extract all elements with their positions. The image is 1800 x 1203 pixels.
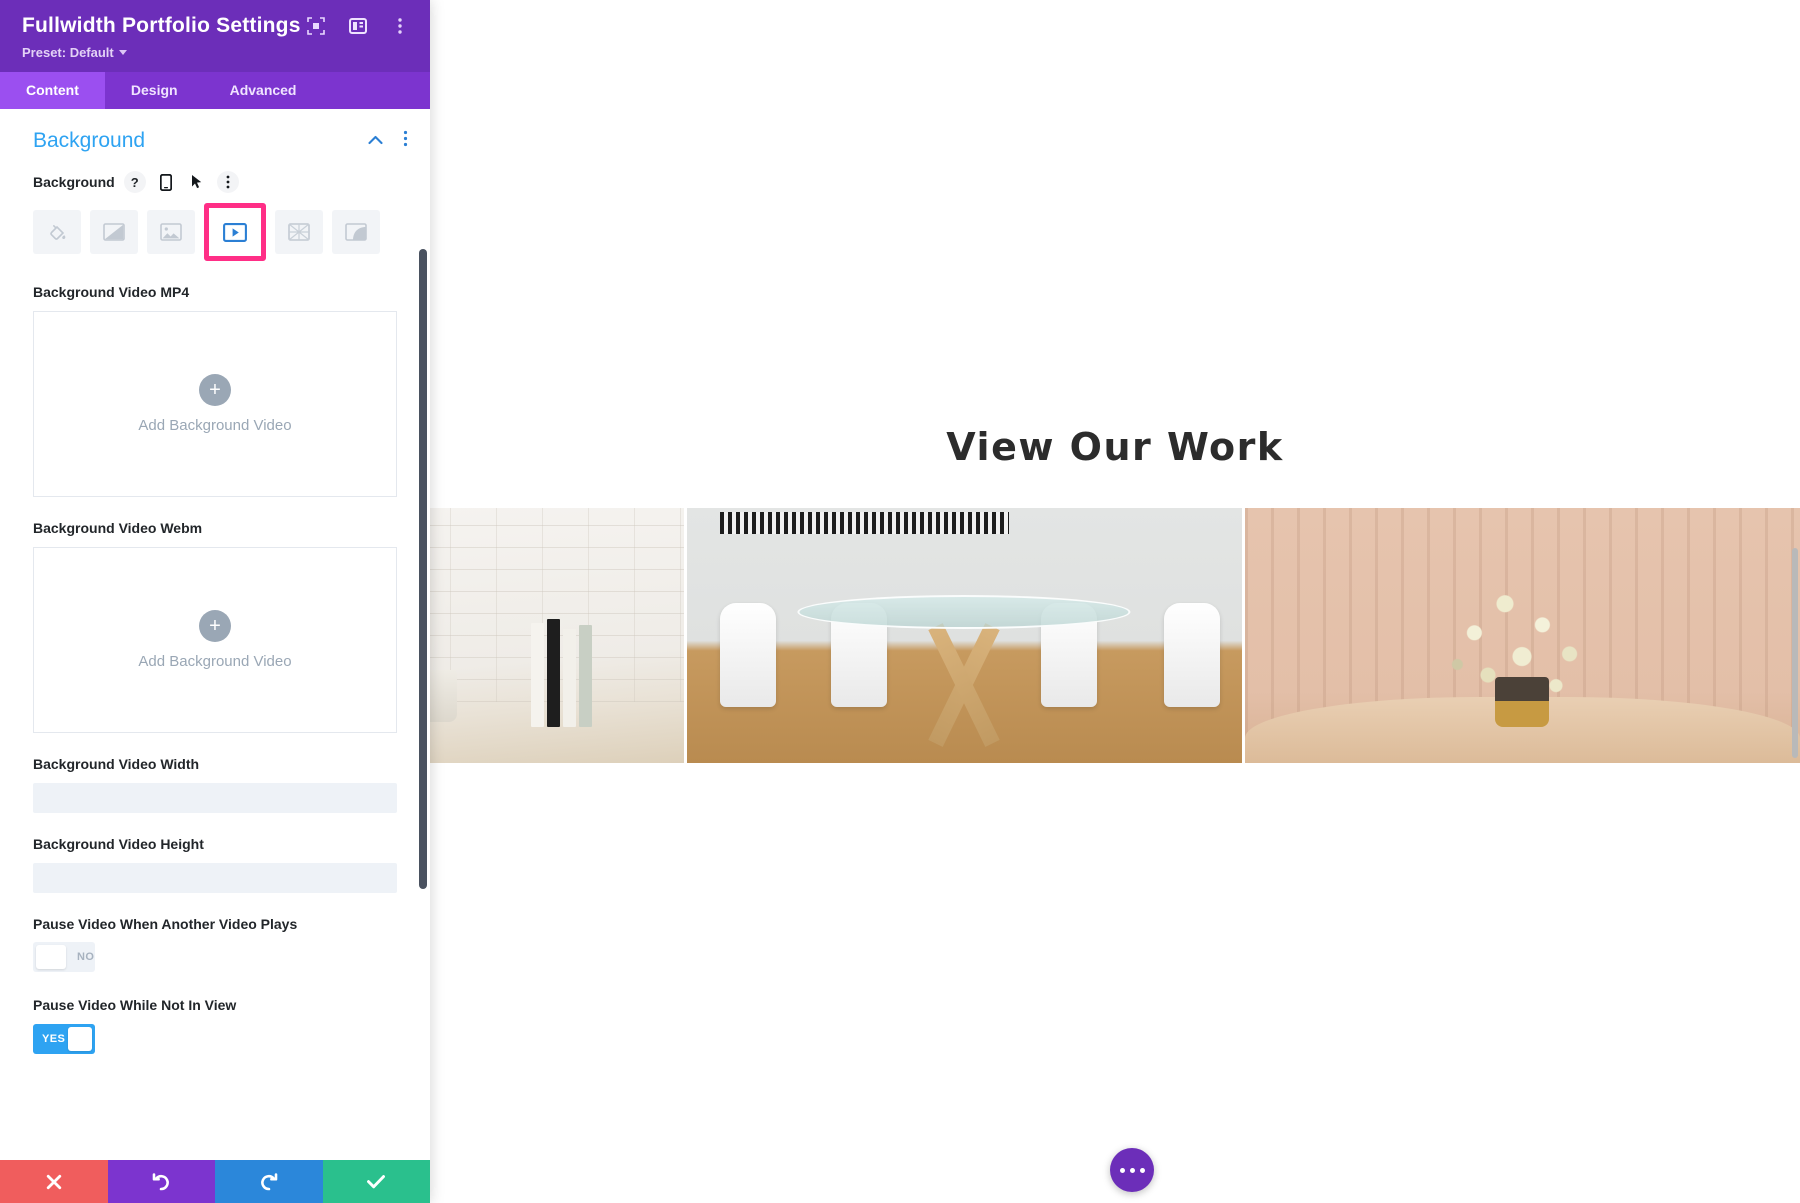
pause-notinview-toggle[interactable]: YES [33,1024,95,1055]
plus-icon: + [199,609,231,642]
focus-icon[interactable] [306,16,326,36]
chevron-down-icon[interactable] [118,50,127,56]
pause-other-video-value: NO [77,951,95,964]
pause-notinview-field: Pause Video While Not In View YES [0,974,430,1055]
background-type-tabs [33,199,397,261]
check-icon [367,1175,386,1189]
preset-row[interactable]: Preset: Default [22,44,408,62]
video-webm-field: Background Video Webm + Add Background V… [0,497,430,733]
decor-books [531,617,639,728]
more-vertical-icon[interactable] [216,171,239,193]
divi-builder-screen: View Our Work Fullwidth Portfolio Settin… [0,0,1800,1203]
help-icon[interactable]: ? [123,171,146,193]
video-mp4-field: Background Video MP4 + Add Background Vi… [0,261,430,497]
section-title: Background [33,129,146,152]
tab-design[interactable]: Design [105,72,204,109]
pause-other-video-toggle[interactable]: NO [33,942,95,973]
panel-tabs: Content Design Advanced [0,72,430,109]
cancel-button[interactable] [0,1160,108,1203]
video-mp4-label: Background Video MP4 [33,284,190,300]
video-mp4-upload-text: Add Background Video [138,416,292,434]
redo-button[interactable] [215,1160,323,1203]
toggle-knob [68,1027,92,1052]
video-mp4-upload[interactable]: + Add Background Video [33,310,397,497]
panel-footer [0,1160,430,1203]
tab-advanced[interactable]: Advanced [204,72,323,109]
background-pattern-tab[interactable] [275,210,323,254]
page-title: View Our Work [946,425,1284,469]
save-button[interactable] [322,1160,430,1203]
video-width-label: Background Video Width [33,755,200,772]
background-color-tab[interactable] [33,210,81,254]
tab-content[interactable]: Content [0,72,105,109]
video-height-field: Background Video Height [0,813,430,893]
section-actions [368,130,408,152]
portfolio-item-flowers[interactable] [1241,508,1800,763]
panel-scrollbar[interactable] [419,249,427,1020]
undo-icon [152,1172,170,1190]
more-horizontal-icon [1139,1167,1145,1173]
canvas-scrollbar[interactable] [1792,548,1798,758]
background-video-tab[interactable] [204,203,266,261]
module-settings-panel: Fullwidth Portfolio Settings Preset: Def… [0,0,430,1203]
undo-button[interactable] [107,1160,215,1203]
video-height-input[interactable] [33,862,397,893]
background-gradient-tab[interactable] [90,210,138,254]
toggle-knob [36,945,66,970]
portfolio-item-dining-table[interactable] [683,508,1242,763]
background-label: Background [33,174,115,190]
pause-notinview-label: Pause Video While Not In View [33,997,237,1014]
chevron-up-icon[interactable] [368,132,383,150]
panel-body: Background Background ? Background Video… [0,109,430,1160]
more-horizontal-icon [1129,1167,1135,1173]
background-mask-tab[interactable] [332,210,380,254]
background-image-tab[interactable] [147,210,195,254]
video-webm-upload[interactable]: + Add Background Video [33,546,397,733]
mobile-icon[interactable] [155,171,177,193]
background-field: Background ? [0,161,430,261]
preset-label[interactable]: Preset: Default [22,45,114,60]
background-section-header: Background [0,109,430,161]
panel-header: Fullwidth Portfolio Settings Preset: Def… [0,0,430,72]
builder-menu-fab[interactable] [1110,1148,1154,1192]
plus-icon: + [199,373,231,406]
panel-title: Fullwidth Portfolio Settings [22,14,301,37]
panel-header-icons [306,16,410,36]
video-webm-label: Background Video Webm [33,519,203,536]
pause-other-video-field: Pause Video When Another Video Plays NO [0,893,430,975]
more-vertical-icon[interactable] [390,16,410,36]
video-webm-upload-text: Add Background Video [138,652,292,670]
pause-notinview-value: YES [42,1033,66,1046]
cursor-icon[interactable] [186,171,208,193]
video-height-label: Background Video Height [33,835,204,852]
more-vertical-icon[interactable] [403,130,408,152]
video-width-input[interactable] [33,782,397,813]
background-field-label-row: Background ? [33,161,397,199]
pause-other-video-label: Pause Video When Another Video Plays [33,915,298,932]
panel-layout-icon[interactable] [348,16,368,36]
video-width-field: Background Video Width [0,733,430,813]
close-icon [46,1174,61,1189]
redo-icon [260,1172,278,1190]
more-horizontal-icon [1119,1167,1125,1173]
panel-scrollbar-thumb[interactable] [419,249,427,889]
